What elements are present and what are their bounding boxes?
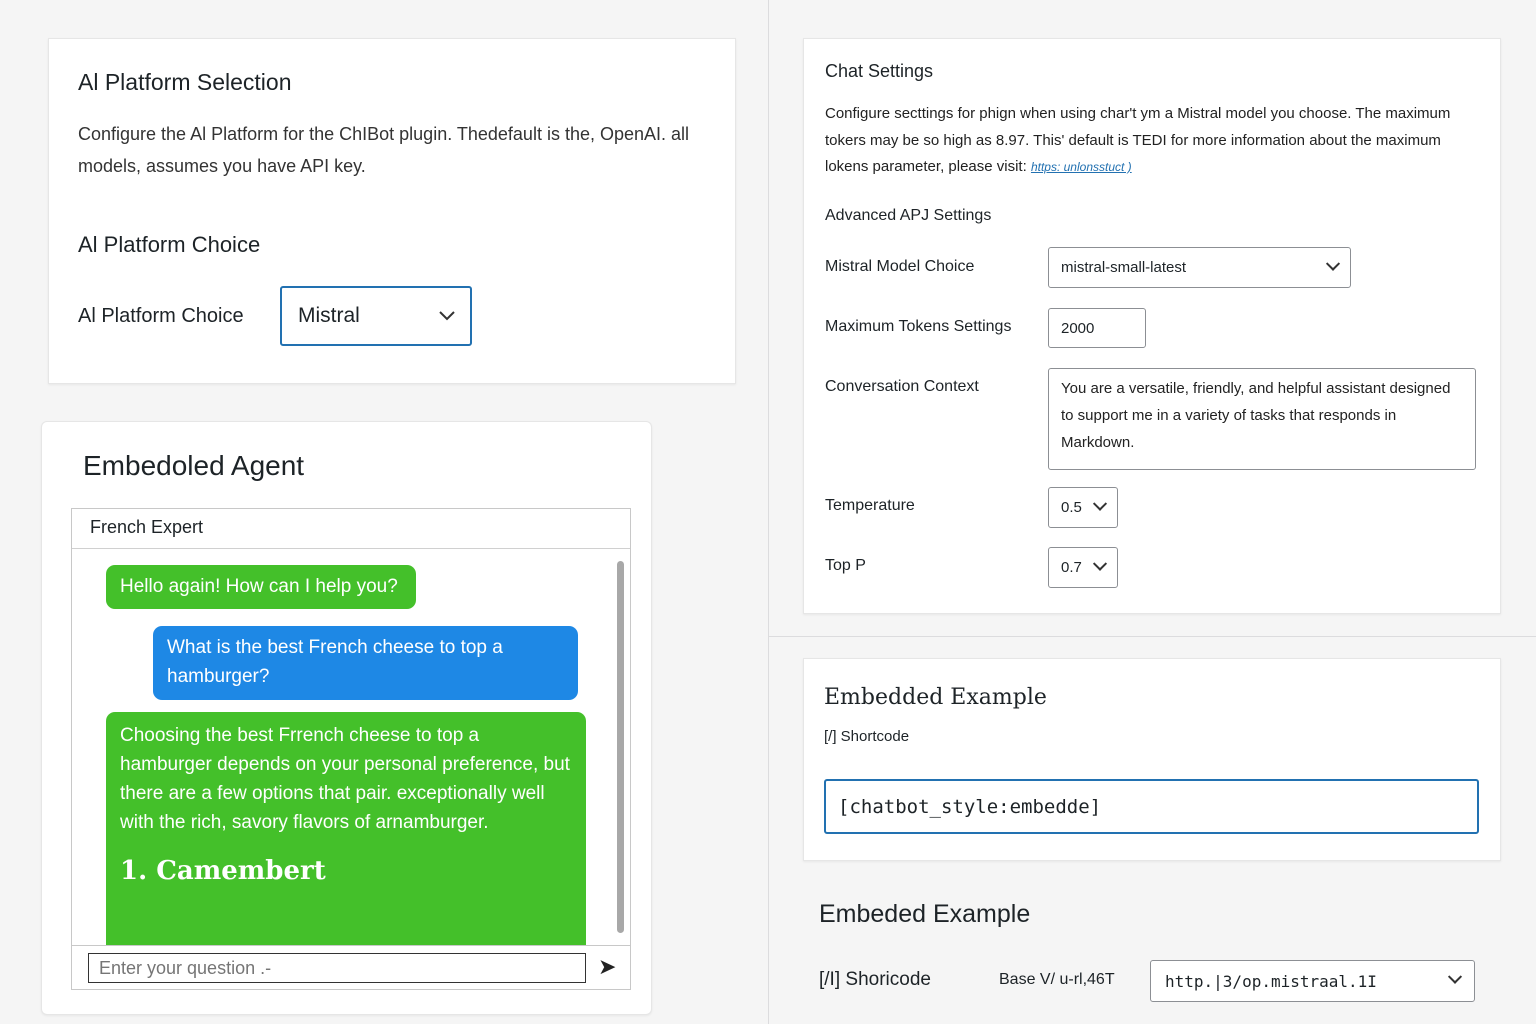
chevron-down-icon xyxy=(1092,496,1108,511)
chevron-down-icon xyxy=(1092,556,1108,571)
conversation-context-textarea[interactable]: You are a versatile, friendly, and helpf… xyxy=(1048,368,1476,470)
chevron-down-icon xyxy=(1447,969,1463,984)
chat-settings-description-text: Configure secttings for phign when using… xyxy=(825,105,1451,175)
embedded-example-title: Embedded Example xyxy=(824,685,1047,710)
question-input[interactable] xyxy=(88,953,586,983)
platform-choice-label: Al Platform Choice xyxy=(78,304,244,327)
platform-section-description: Configure the Al Platform for the ChIBot… xyxy=(78,124,690,176)
max-tokens-value: 2000 xyxy=(1061,319,1095,337)
platform-choice-heading: Al Platform Choice xyxy=(78,232,261,257)
bot-message-text: Choosing the best Frrench cheese to top … xyxy=(120,725,570,833)
chevron-down-icon xyxy=(439,311,455,321)
max-tokens-label: Maximum Tokens Settings xyxy=(825,318,1012,335)
base-url-label: Base V/ u-rl,46T xyxy=(999,971,1115,988)
chevron-down-icon xyxy=(1325,256,1341,271)
chat-messages[interactable]: Hello again! How can I help you? What is… xyxy=(72,550,620,946)
shortcode-field[interactable]: [chatbot_style:embedde] xyxy=(824,779,1479,834)
temperature-value: 0.5 xyxy=(1061,499,1082,516)
temperature-label: Temperature xyxy=(825,497,915,514)
advanced-settings-heading: Advanced APJ Settings xyxy=(825,206,992,224)
vertical-divider xyxy=(768,0,769,1024)
send-arrow-icon[interactable]: ➤ xyxy=(598,954,622,980)
horizontal-divider xyxy=(769,636,1536,637)
top-p-select[interactable]: 0.7 xyxy=(1048,547,1118,588)
model-choice-select[interactable]: mistral-small-latest xyxy=(1048,247,1351,288)
shortcode-2-label: [/I] Shoricode xyxy=(819,969,931,990)
top-p-label: Top P xyxy=(825,557,866,574)
bot-message-heading: 1. Camembert xyxy=(120,856,326,886)
embedded-example-card: Embedded Example [/] Shortcode [chatbot_… xyxy=(803,658,1501,861)
chat-widget: French Expert Hello again! How can I hel… xyxy=(71,508,631,990)
conversation-context-label: Conversation Context xyxy=(825,378,979,395)
top-p-value: 0.7 xyxy=(1061,559,1082,576)
platform-choice-row: Al Platform Choice Mistral xyxy=(78,286,706,346)
chat-header: French Expert xyxy=(72,509,630,549)
embedded-agent-card: Embedoled Agent French Expert Hello agai… xyxy=(41,421,652,1015)
platform-choice-select[interactable]: Mistral xyxy=(280,286,472,346)
base-url-select[interactable]: http.|3/op.mistraal.1I xyxy=(1150,960,1475,1002)
bot-message: Hello again! How can I help you? xyxy=(106,565,416,609)
chat-settings-card: Chat Settings Configure secttings for ph… xyxy=(803,38,1501,614)
temperature-select[interactable]: 0.5 xyxy=(1048,487,1118,528)
embedded-example-2-title: Embeded Example xyxy=(819,900,1031,928)
agent-title: Embedoled Agent xyxy=(83,450,305,481)
shortcode-value: [chatbot_style:embedde] xyxy=(838,795,1102,818)
base-url-value: http.|3/op.mistraal.1I xyxy=(1165,971,1377,991)
model-choice-label: Mistral Model Choice xyxy=(825,258,975,275)
platform-selection-card: Al Platform Selection Configure the Al P… xyxy=(48,38,736,384)
user-message: What is the best French cheese to top a … xyxy=(153,626,578,700)
model-choice-value: mistral-small-latest xyxy=(1061,259,1187,276)
chat-input-row: ➤ xyxy=(72,945,630,989)
platform-section-title: Al Platform Selection xyxy=(78,69,292,95)
platform-choice-value: Mistral xyxy=(298,304,360,327)
shortcode-label: [/] Shortcode xyxy=(824,728,910,745)
embedded-example-2: Embeded Example [/I] Shoricode Base V/ u… xyxy=(819,900,1499,1020)
max-tokens-input[interactable]: 2000 xyxy=(1048,308,1146,348)
info-link[interactable]: https: unlonsstuct ) xyxy=(1031,160,1132,174)
chat-scrollbar[interactable] xyxy=(617,561,624,933)
chat-settings-description: Configure secttings for phign when using… xyxy=(825,101,1479,181)
chat-settings-title: Chat Settings xyxy=(825,61,934,81)
bot-message: Choosing the best Frrench cheese to top … xyxy=(106,712,586,946)
embedded-example-2-row: [/I] Shoricode Base V/ u-rl,46T http.|3/… xyxy=(819,960,1499,1005)
